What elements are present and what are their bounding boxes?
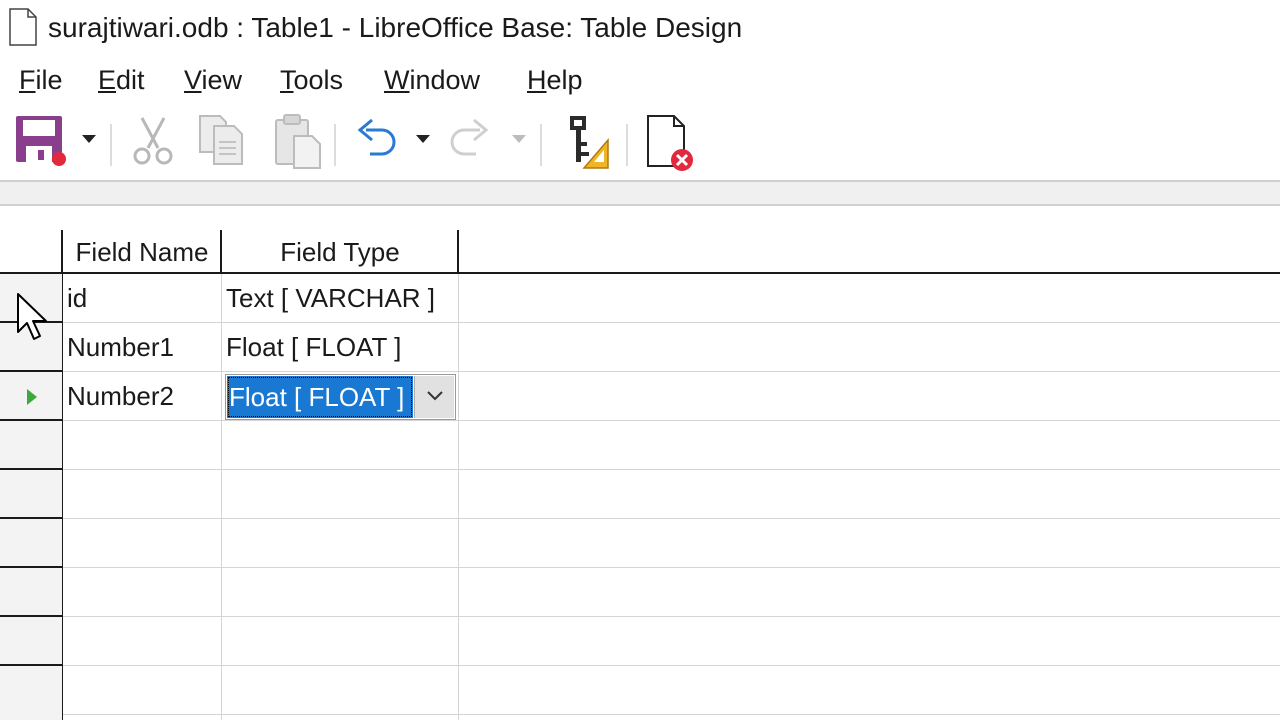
menu-edit[interactable]: Edit xyxy=(98,62,145,98)
row-divider xyxy=(63,518,1280,519)
undo-button[interactable] xyxy=(350,112,402,174)
window-title: surajtiwari.odb : Table1 - LibreOffice B… xyxy=(48,12,743,43)
standard-toolbar xyxy=(0,104,1280,180)
field-type-combobox-value[interactable]: Float [ FLOAT ] xyxy=(227,376,413,418)
field-name-cell[interactable]: id xyxy=(67,274,87,322)
redo-icon xyxy=(450,118,489,156)
menu-help[interactable]: Help xyxy=(527,62,583,98)
row-handle[interactable] xyxy=(0,421,62,470)
cut-button[interactable] xyxy=(128,112,178,174)
column-divider xyxy=(221,274,222,720)
field-name-cell[interactable]: Number2 xyxy=(67,372,174,420)
chevron-down-icon xyxy=(416,135,430,143)
row-handle[interactable] xyxy=(0,666,62,720)
paste-icon xyxy=(275,114,321,169)
chevron-down-icon xyxy=(82,135,96,143)
menu-window-label: indow xyxy=(409,65,481,95)
row-divider xyxy=(63,714,1280,715)
toolbar-separator xyxy=(334,124,336,166)
header-field-name[interactable]: Field Name xyxy=(64,230,220,278)
menu-view[interactable]: View xyxy=(184,62,242,98)
row-handle[interactable] xyxy=(0,568,62,617)
menu-window-accelerator: W xyxy=(384,65,410,95)
toolbar-separator xyxy=(540,124,542,166)
header-field-type[interactable]: Field Type xyxy=(222,230,458,278)
header-divider xyxy=(457,230,459,274)
copy-icon xyxy=(199,115,243,165)
row-handle-current[interactable] xyxy=(0,372,62,421)
menu-help-accelerator: H xyxy=(527,65,547,95)
menu-help-label: elp xyxy=(546,65,583,95)
primary-key-button[interactable] xyxy=(562,112,612,174)
field-type-combobox[interactable]: Float [ FLOAT ] xyxy=(225,374,456,420)
toolbar-divider-band xyxy=(0,180,1280,206)
menu-view-accelerator: V xyxy=(184,65,202,95)
row-divider xyxy=(63,616,1280,617)
save-button[interactable] xyxy=(14,112,70,174)
title-bar: surajtiwari.odb : Table1 - LibreOffice B… xyxy=(0,0,1280,58)
field-type-dropdown-button[interactable] xyxy=(414,376,454,418)
redo-button[interactable] xyxy=(444,112,496,174)
row-handle[interactable] xyxy=(0,470,62,519)
header-divider xyxy=(220,230,222,274)
chevron-down-icon xyxy=(512,135,526,143)
menu-view-label: iew xyxy=(201,65,243,95)
menu-file-accelerator: F xyxy=(19,65,36,95)
menu-edit-label: dit xyxy=(116,65,145,95)
undo-icon xyxy=(357,118,396,156)
header-bottom-border xyxy=(0,272,1280,274)
menu-edit-accelerator: E xyxy=(98,65,117,95)
menu-file-label: ile xyxy=(35,65,63,95)
row-divider xyxy=(63,371,1280,372)
cut-icon xyxy=(133,117,173,165)
copy-button[interactable] xyxy=(196,112,248,174)
row-divider xyxy=(63,420,1280,421)
row-divider xyxy=(63,665,1280,666)
row-handle[interactable] xyxy=(0,617,62,666)
close-document-icon xyxy=(647,115,693,171)
menu-tools[interactable]: Tools xyxy=(280,62,343,98)
menu-file[interactable]: File xyxy=(19,62,63,98)
table-design-grid: Field Name Field Type id Text [ VARCHAR … xyxy=(0,206,1280,720)
menu-tools-accelerator: T xyxy=(280,65,294,95)
field-name-cell[interactable]: Number1 xyxy=(67,323,174,371)
row-divider xyxy=(63,469,1280,470)
mouse-pointer-icon xyxy=(17,293,47,340)
close-document-button[interactable] xyxy=(644,112,700,174)
field-type-cell[interactable]: Text [ VARCHAR ] xyxy=(226,274,435,322)
save-icon xyxy=(16,116,66,166)
menu-tools-label: ools xyxy=(293,65,344,95)
menu-window[interactable]: Window xyxy=(384,62,480,98)
document-icon xyxy=(9,8,37,46)
paste-button[interactable] xyxy=(272,112,326,174)
toolbar-separator xyxy=(110,124,112,166)
menu-bar: File Edit View Tools Window Help xyxy=(0,58,1280,102)
field-type-cell[interactable]: Float [ FLOAT ] xyxy=(226,323,401,371)
row-handle[interactable] xyxy=(0,519,62,568)
primary-key-icon xyxy=(570,116,609,169)
row-divider xyxy=(63,567,1280,568)
toolbar-separator xyxy=(626,124,628,166)
chevron-down-icon xyxy=(427,391,443,401)
current-row-marker-icon xyxy=(27,389,37,405)
column-divider xyxy=(458,274,459,720)
